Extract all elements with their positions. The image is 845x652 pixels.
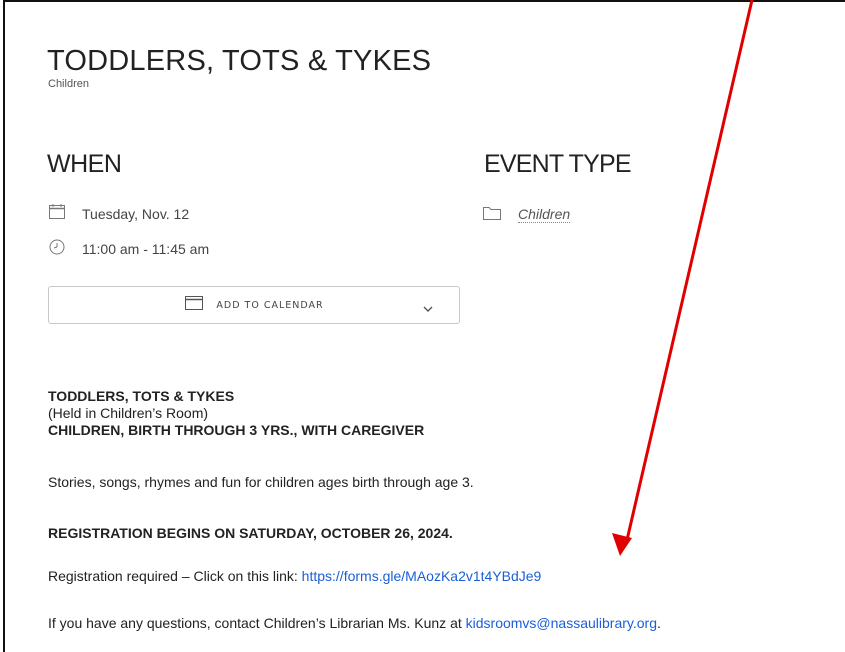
description-title: TODDLERS, TOTS & TYKES [48, 388, 235, 404]
add-to-calendar-button[interactable]: ADD TO CALENDAR [48, 286, 460, 324]
event-type-heading: EVENT TYPE [484, 150, 632, 178]
event-type-row: Children [482, 205, 571, 224]
chevron-down-icon[interactable] [423, 300, 433, 318]
contact-suffix: . [657, 615, 661, 631]
add-to-calendar-label: ADD TO CALENDAR [216, 299, 324, 311]
calendar-icon [48, 203, 82, 224]
event-time: 11:00 am - 11:45 am [82, 240, 210, 257]
contact-line: If you have any questions, contact Child… [48, 615, 661, 631]
description-summary: Stories, songs, rhymes and fun for child… [48, 474, 474, 490]
registration-link[interactable]: https://forms.gle/MAozKa2v1t4YBdJe9 [302, 568, 542, 584]
event-title: TODDLERS, TOTS & TYKES [47, 45, 432, 77]
description-audience: CHILDREN, BIRTH THROUGH 3 YRS., WITH CAR… [48, 422, 425, 438]
event-date-row: Tuesday, Nov. 12 [48, 203, 189, 224]
contact-prefix: If you have any questions, contact Child… [48, 615, 466, 631]
event-category: Children [48, 78, 89, 90]
description-location: (Held in Children’s Room) [48, 405, 209, 421]
when-heading: WHEN [47, 150, 122, 178]
contact-email-link[interactable]: kidsroomvs@nassaulibrary.org [466, 615, 657, 631]
registration-notice: REGISTRATION BEGINS ON SATURDAY, OCTOBER… [48, 525, 453, 541]
event-date: Tuesday, Nov. 12 [82, 205, 190, 222]
clock-icon [48, 238, 82, 259]
registration-line: Registration required – Click on this li… [48, 568, 541, 584]
event-time-row: 11:00 am - 11:45 am [48, 238, 209, 259]
calendar-icon [184, 295, 204, 316]
registration-prefix: Registration required – Click on this li… [48, 568, 302, 584]
event-type-link[interactable]: Children [518, 206, 571, 223]
content-frame [3, 0, 845, 652]
folder-icon [482, 205, 518, 224]
